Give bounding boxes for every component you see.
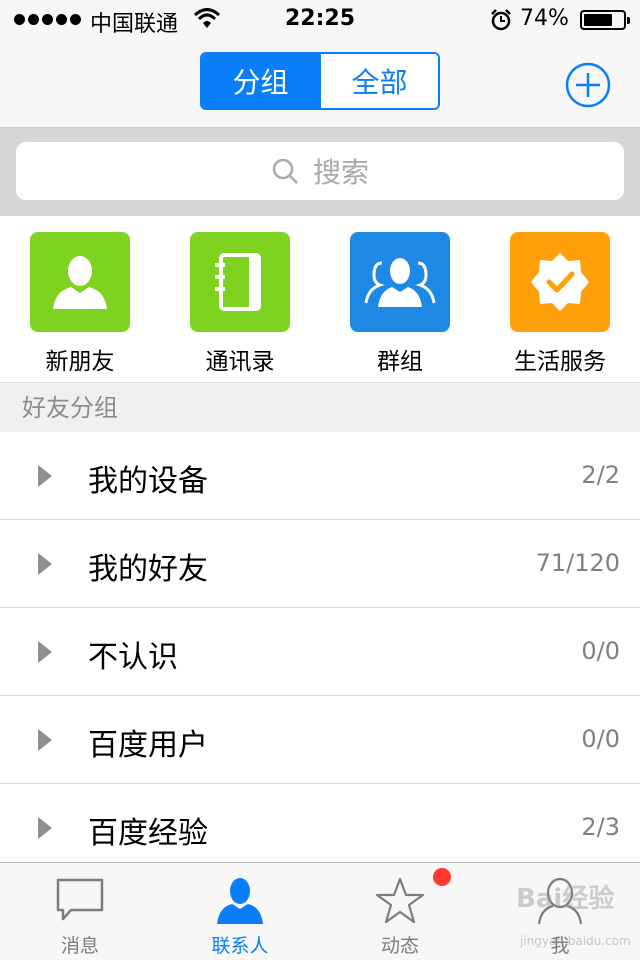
carrier-name: 中国联通 xyxy=(90,12,179,37)
quick-app-address-book[interactable]: 通讯录 xyxy=(170,232,310,376)
quick-app-label: 通讯录 xyxy=(205,349,275,375)
segment-groups[interactable]: 分组 xyxy=(202,54,319,108)
group-count: 2/2 xyxy=(581,461,620,489)
group-count: 71/120 xyxy=(535,549,620,577)
quick-app-label: 生活服务 xyxy=(514,349,606,375)
quick-apps-row: 新朋友 通讯录 群组 生活服务 xyxy=(0,216,640,382)
tab-label: 联系人 xyxy=(211,935,269,957)
group-icon xyxy=(350,232,450,332)
search-bar: 搜索 xyxy=(0,128,640,216)
tab-label: 消息 xyxy=(60,935,99,957)
group-count: 2/3 xyxy=(581,813,620,841)
tab-label: 动态 xyxy=(380,935,419,957)
tab-label: 我 xyxy=(550,935,570,957)
disclosure-triangle-icon xyxy=(38,465,52,487)
search-placeholder: 搜索 xyxy=(312,156,369,189)
segment-all[interactable]: 全部 xyxy=(319,54,438,108)
tab-moments[interactable]: 动态 xyxy=(320,863,480,960)
status-bar: 中国联通 22:25 74% xyxy=(0,0,640,40)
person-icon xyxy=(30,232,130,332)
search-input[interactable]: 搜索 xyxy=(16,142,624,200)
group-count: 0/0 xyxy=(581,725,620,753)
signal-strength-icon xyxy=(14,14,81,25)
disclosure-triangle-icon xyxy=(38,729,52,751)
search-icon xyxy=(272,158,298,184)
nav-bar: 分组 全部 xyxy=(0,40,640,128)
group-name: 不认识 xyxy=(88,640,178,675)
tab-me[interactable]: 我 xyxy=(480,863,640,960)
notification-badge xyxy=(433,868,451,886)
battery-icon xyxy=(580,10,630,30)
badge-check-icon xyxy=(510,232,610,332)
group-row-baidu-users[interactable]: 百度用户 0/0 xyxy=(0,696,640,784)
group-name: 百度经验 xyxy=(88,816,208,851)
group-row-baidu-experience[interactable]: 百度经验 2/3 xyxy=(0,784,640,872)
group-name: 我的好友 xyxy=(88,552,208,587)
plus-circle-icon[interactable] xyxy=(565,62,611,108)
section-header-friend-groups: 好友分组 xyxy=(0,382,640,432)
tab-messages[interactable]: 消息 xyxy=(0,863,160,960)
profile-icon xyxy=(537,877,583,925)
group-count: 0/0 xyxy=(581,637,620,665)
quick-app-label: 群组 xyxy=(377,349,423,375)
disclosure-triangle-icon xyxy=(38,817,52,839)
battery-percent: 74% xyxy=(520,6,569,31)
quick-app-label: 新朋友 xyxy=(45,349,115,375)
chat-bubble-icon xyxy=(56,878,104,921)
star-icon xyxy=(375,877,425,924)
wifi-icon xyxy=(194,8,220,28)
group-row-my-devices[interactable]: 我的设备 2/2 xyxy=(0,432,640,520)
alarm-icon xyxy=(491,9,511,31)
address-book-icon xyxy=(190,232,290,332)
friend-group-list: 我的设备 2/2 我的好友 71/120 不认识 0/0 百度用户 0/0 百度… xyxy=(0,432,640,872)
segmented-control: 分组 全部 xyxy=(200,52,440,110)
disclosure-triangle-icon xyxy=(38,641,52,663)
group-name: 我的设备 xyxy=(88,464,208,499)
tab-bar: 消息 联系人 动态 我 xyxy=(0,862,640,960)
group-row-strangers[interactable]: 不认识 0/0 xyxy=(0,608,640,696)
group-row-my-friends[interactable]: 我的好友 71/120 xyxy=(0,520,640,608)
group-name: 百度用户 xyxy=(88,728,208,763)
contact-icon xyxy=(217,878,263,924)
quick-app-groups[interactable]: 群组 xyxy=(330,232,470,376)
quick-app-new-friends[interactable]: 新朋友 xyxy=(10,232,150,376)
quick-app-life-services[interactable]: 生活服务 xyxy=(490,232,630,376)
disclosure-triangle-icon xyxy=(38,553,52,575)
tab-contacts[interactable]: 联系人 xyxy=(160,863,320,960)
